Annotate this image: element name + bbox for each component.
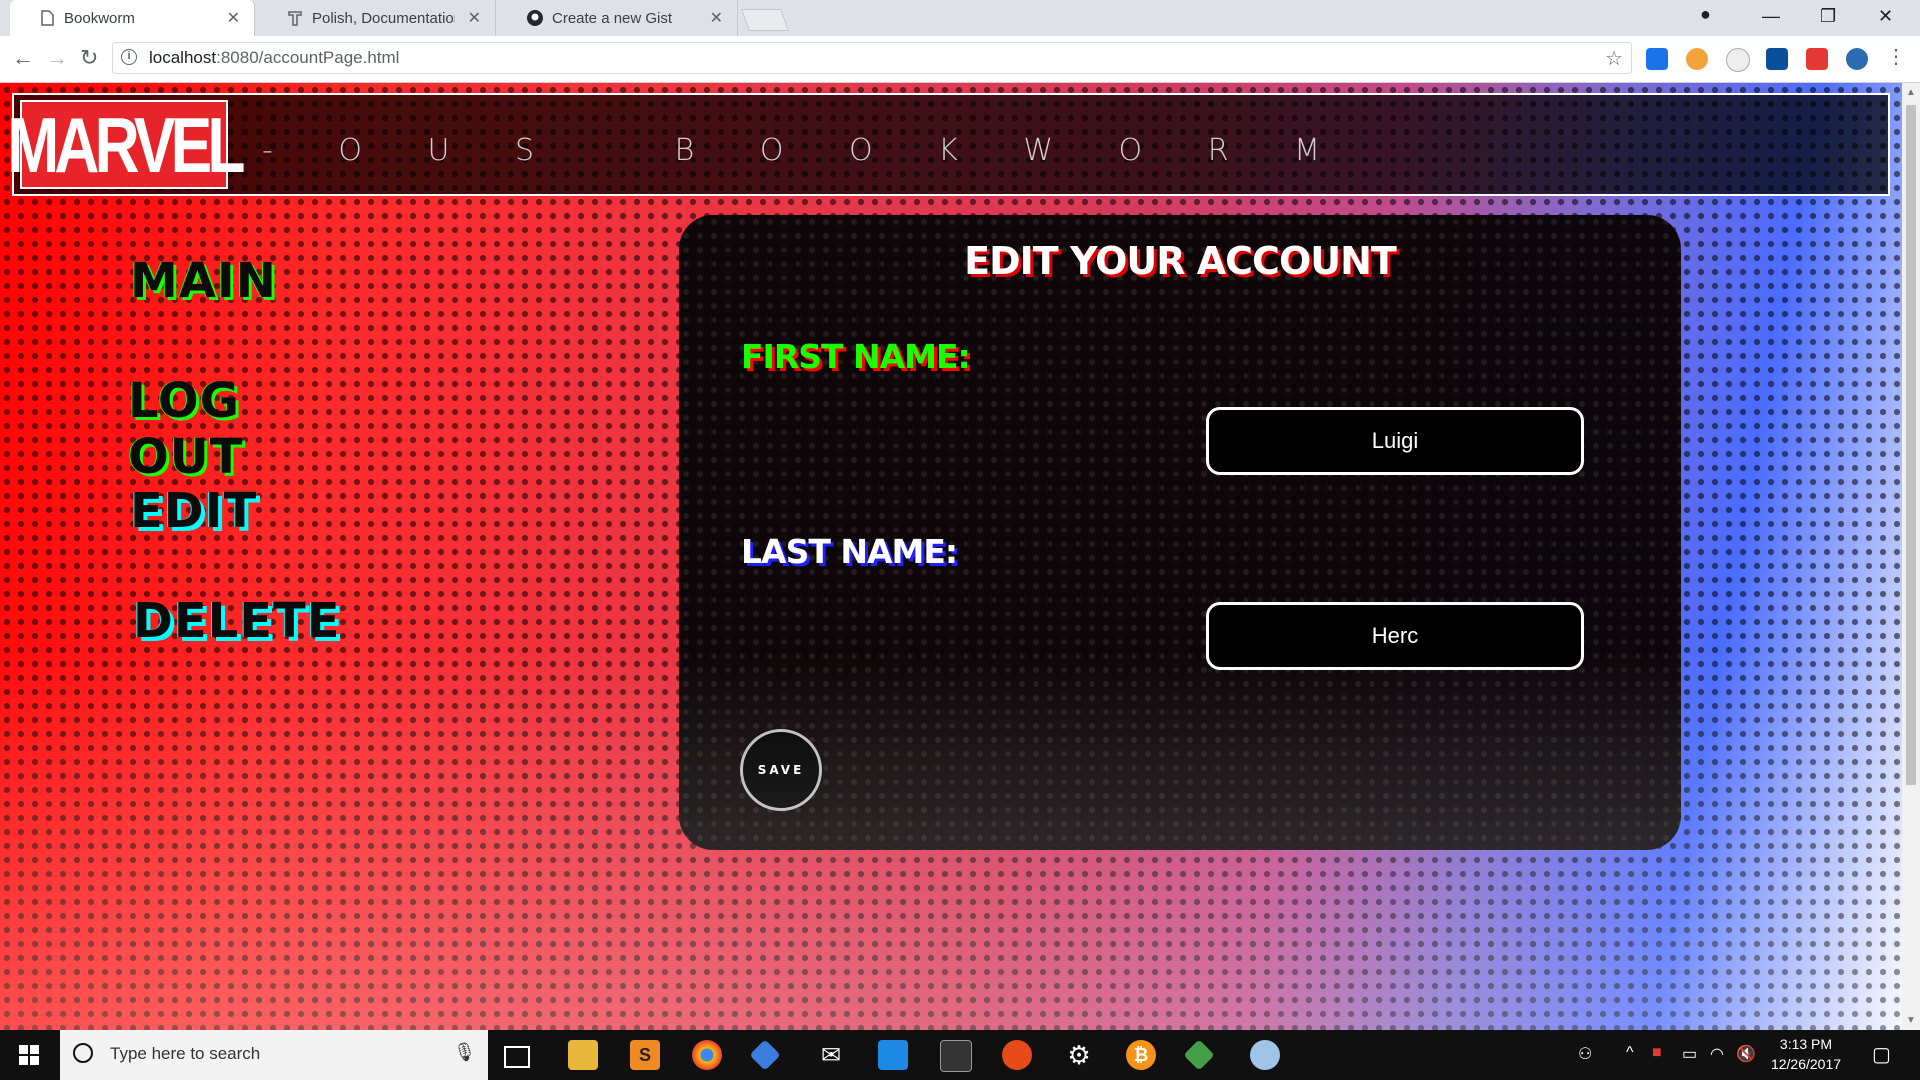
- sublime-text-icon[interactable]: S: [630, 1040, 660, 1070]
- minimize-icon[interactable]: —: [1762, 6, 1780, 27]
- extension-drive-icon[interactable]: [1766, 48, 1788, 70]
- site-header: MARVEL - O U S B O O K W O R M: [7, 93, 1890, 196]
- logo-text: MARVEL: [7, 100, 245, 189]
- tab-create-gist[interactable]: Create a new Gist ✕: [498, 0, 738, 36]
- volume-muted-icon[interactable]: 🔇: [1736, 1044, 1756, 1064]
- windows-logo-icon: [19, 1045, 39, 1065]
- edit-account-card: EDIT YOUR ACCOUNT FIRST NAME: LAST NAME:…: [679, 215, 1681, 850]
- people-icon[interactable]: ⚇: [1578, 1044, 1592, 1064]
- save-button[interactable]: SAVE: [740, 729, 822, 811]
- extension-lastpass-icon[interactable]: [1806, 48, 1828, 70]
- microphone-icon[interactable]: 🎙: [453, 1042, 476, 1063]
- restore-icon[interactable]: ❐: [1820, 6, 1836, 27]
- menu-icon[interactable]: ⋮: [1886, 44, 1906, 69]
- url-host: localhost: [149, 48, 217, 67]
- scroll-up-icon[interactable]: ▲: [1906, 87, 1916, 98]
- bookmark-star-icon[interactable]: ☆: [1605, 46, 1623, 71]
- battery-icon[interactable]: ▭: [1682, 1044, 1697, 1064]
- profile-icon[interactable]: ●: [1700, 4, 1711, 25]
- github-icon: [527, 10, 543, 26]
- browser-tab-strip: Bookworm ✕ Polish, Documentation, a ✕ Cr…: [0, 0, 1920, 36]
- new-tab-button[interactable]: [740, 9, 790, 31]
- tab-title: Bookworm: [64, 9, 135, 27]
- url-path: :8080/accountPage.html: [216, 48, 400, 67]
- close-window-icon[interactable]: ✕: [1878, 6, 1893, 27]
- tab-polish-documentation[interactable]: Polish, Documentation, a ✕: [258, 0, 496, 36]
- page-content: MARVEL - O U S B O O K W O R M MAIN LOG …: [0, 83, 1902, 1030]
- close-icon[interactable]: ✕: [710, 8, 723, 28]
- forward-icon[interactable]: →: [46, 45, 68, 71]
- postman-icon[interactable]: [1002, 1040, 1032, 1070]
- reload-icon[interactable]: ↻: [80, 45, 98, 71]
- extension-globe-icon[interactable]: [1846, 48, 1868, 70]
- wifi-icon[interactable]: ◠: [1710, 1044, 1724, 1064]
- clock-time: 3:13 PM: [1779, 1036, 1833, 1052]
- tab-title: Polish, Documentation, a: [312, 9, 455, 27]
- extension-circle-icon[interactable]: [1726, 48, 1750, 72]
- url-text[interactable]: localhost:8080/accountPage.html: [149, 48, 399, 68]
- mail-icon[interactable]: ✉: [816, 1040, 846, 1070]
- address-toolbar: ← → ↻ i localhost:8080/accountPage.html …: [0, 36, 1920, 83]
- start-button[interactable]: [0, 1030, 58, 1080]
- cortana-icon: [73, 1043, 93, 1063]
- marvel-logo[interactable]: MARVEL: [7, 100, 246, 189]
- close-icon[interactable]: ✕: [227, 8, 240, 28]
- git-client-icon[interactable]: [1183, 1039, 1215, 1071]
- clock-date: 12/26/2017: [1770, 1056, 1842, 1072]
- gitkraken-icon[interactable]: [749, 1039, 781, 1071]
- last-name-field[interactable]: [1206, 602, 1584, 670]
- tab-bookworm[interactable]: Bookworm ✕: [10, 0, 255, 36]
- clock[interactable]: 3:13 PM 12/26/2017: [1756, 1034, 1856, 1074]
- page-scrollbar[interactable]: ▲ ▼: [1902, 83, 1920, 1030]
- tab-title: Create a new Gist: [552, 9, 673, 27]
- paint-icon[interactable]: [1250, 1040, 1280, 1070]
- extension-honey-icon[interactable]: [1686, 48, 1708, 70]
- chrome-icon[interactable]: [692, 1040, 722, 1070]
- back-icon[interactable]: ←: [12, 45, 34, 71]
- windows-taskbar: Type here to search 🎙 S ✉ ⚙ ₿ ⚇ ^ ■ ▭ ◠ …: [0, 1030, 1920, 1080]
- extension-text-icon[interactable]: [1646, 48, 1668, 70]
- info-icon[interactable]: i: [121, 49, 137, 65]
- task-view-icon[interactable]: [504, 1046, 530, 1068]
- site-tagline: - O U S B O O K W O R M: [262, 133, 1348, 168]
- nav-log-out[interactable]: LOG OUT: [128, 373, 244, 485]
- search-placeholder: Type here to search: [110, 1044, 261, 1063]
- settings-gear-icon[interactable]: ⚙: [1064, 1040, 1094, 1070]
- file-explorer-icon[interactable]: [568, 1040, 598, 1070]
- url-bar[interactable]: i localhost:8080/accountPage.html ☆: [112, 42, 1632, 74]
- app-window-icon[interactable]: [878, 1040, 908, 1070]
- last-name-label: LAST NAME:: [741, 532, 958, 571]
- scrollbar-thumb[interactable]: [1906, 105, 1916, 785]
- terminal-icon[interactable]: [940, 1040, 972, 1072]
- bitcoin-icon[interactable]: ₿: [1126, 1040, 1156, 1070]
- close-icon[interactable]: ✕: [468, 8, 481, 28]
- nav-delete[interactable]: DELETE: [133, 593, 341, 649]
- card-title: EDIT YOUR ACCOUNT: [964, 239, 1397, 283]
- first-name-label: FIRST NAME:: [741, 337, 971, 376]
- scroll-down-icon[interactable]: ▼: [1906, 1015, 1916, 1026]
- antivirus-icon[interactable]: ■: [1652, 1044, 1662, 1062]
- show-hidden-icons-icon[interactable]: ^: [1626, 1044, 1634, 1062]
- notifications-icon[interactable]: ▢: [1872, 1042, 1891, 1067]
- nav-edit[interactable]: EDIT: [130, 483, 257, 539]
- text-tool-icon: [288, 11, 302, 26]
- nav-main[interactable]: MAIN: [130, 253, 277, 309]
- page-icon: [41, 10, 54, 26]
- taskbar-search[interactable]: Type here to search 🎙: [60, 1030, 488, 1080]
- first-name-field[interactable]: [1206, 407, 1584, 475]
